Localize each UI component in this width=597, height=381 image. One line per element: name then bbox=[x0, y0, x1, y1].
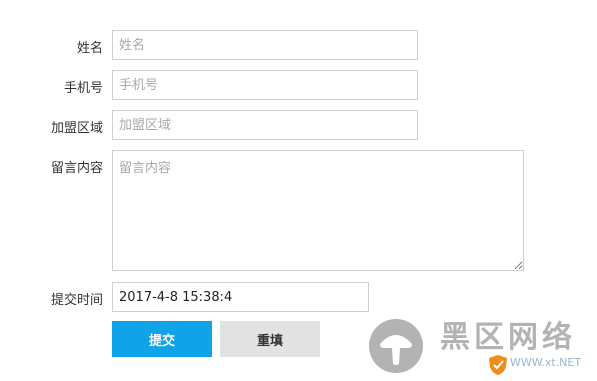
submit-time-input[interactable] bbox=[112, 282, 369, 312]
shield-icon bbox=[489, 355, 507, 375]
reset-button[interactable]: 重填 bbox=[220, 321, 320, 357]
watermark-sub: WWW.xt.NET bbox=[510, 356, 582, 369]
name-label: 姓名 bbox=[76, 41, 103, 56]
watermark: 黑区网络 WWW.xt.NET bbox=[360, 312, 597, 381]
watermark-title: 黑区网络 bbox=[440, 320, 576, 355]
region-label: 加盟区域 bbox=[50, 121, 103, 136]
phone-input[interactable] bbox=[112, 70, 418, 100]
submit-button[interactable]: 提交 bbox=[112, 321, 212, 357]
page: 姓名 手机号 加盟区域 留言内容 提交时间 提交 重填 黑区网络 WWW.xt.… bbox=[0, 0, 597, 381]
mushroom-logo-icon bbox=[369, 319, 423, 373]
message-textarea[interactable] bbox=[112, 150, 524, 271]
name-input[interactable] bbox=[112, 30, 418, 60]
submit-time-label: 提交时间 bbox=[50, 293, 103, 308]
region-input[interactable] bbox=[112, 110, 418, 140]
message-label: 留言内容 bbox=[50, 161, 103, 176]
phone-label: 手机号 bbox=[63, 81, 103, 96]
